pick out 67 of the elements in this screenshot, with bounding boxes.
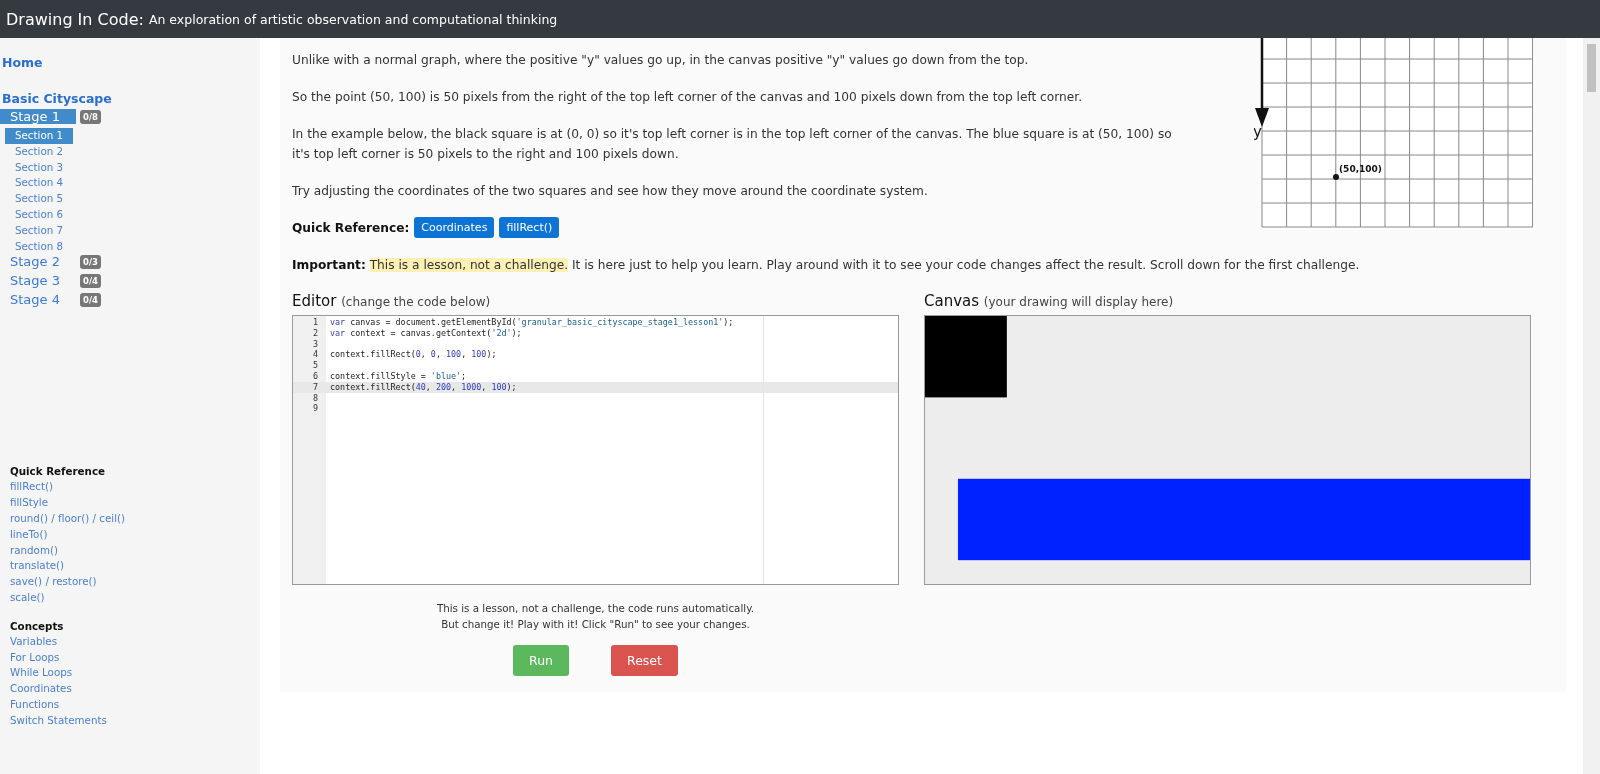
reference-button[interactable]: Coordinates	[414, 217, 495, 238]
reference-link[interactable]: fillRect()	[10, 479, 260, 496]
site-title: Drawing In Code:	[6, 9, 144, 29]
code-line: context.fillRect(40, 200, 1000, 100);	[330, 381, 517, 392]
code-line: context.fillStyle = 'blue';	[330, 371, 467, 381]
line-number: 4	[311, 349, 319, 361]
lesson-paragraph: In the example below, the black square is at (0, 0) so it's top left corner is in the top left corner of the canvas. The blue square is at (50, 100) so it's top left corner is 50 pixels to the right and 100 pixels down.	[292, 126, 1173, 163]
reference-link[interactable]: Variables	[10, 633, 260, 650]
reference-link[interactable]: save() / restore()	[10, 574, 260, 590]
line-number: 3	[311, 338, 319, 350]
site-subtitle: An exploration of artistic observation and computational thinking	[148, 11, 558, 27]
stage-link[interactable]: Stage 3	[0, 273, 76, 289]
lesson-paragraph: So the point (50, 100) is 50 pixels from the right of the top left corner of the canvas and 100 pixels down from the top left corner.	[292, 89, 1084, 106]
section-link[interactable]: Section 2	[5, 143, 73, 160]
line-number: 9	[311, 403, 319, 415]
section-link[interactable]: Section 7	[5, 222, 73, 239]
canvas-heading: Canvas (your drawing will display here)	[924, 292, 1175, 310]
reference-link[interactable]: translate()	[10, 558, 260, 575]
reference-link[interactable]: random()	[10, 542, 260, 559]
line-number: 2	[311, 327, 319, 339]
progress-badge: 0/4	[80, 273, 101, 288]
course-link[interactable]: Basic Cityscape	[2, 91, 260, 106]
code-editor[interactable]	[292, 315, 899, 585]
lesson-paragraph: Unlike with a normal graph, where the positive "y" values go up, in the canvas positive "y" values go down from the top.	[292, 52, 1030, 69]
line-number: 6	[311, 371, 319, 382]
code-line: var canvas = document.getElementById('granular_basic_cityscape_stage1_lesson1');	[330, 317, 734, 327]
line-number: 1	[311, 317, 319, 328]
group-heading: Quick Reference	[10, 464, 106, 480]
stage-link[interactable]: Stage 1	[0, 109, 76, 124]
stage-link[interactable]: Stage 2	[0, 254, 76, 270]
important-note: Important: This is a lesson, not a challenge. It is here just to help you learn. Play around with it to see your code changes affect the result. Scroll down for the first challenge.	[292, 257, 1361, 274]
lesson-paragraph: Try adjusting the coordinates of the two squares and see how they move around the coordinate system.	[292, 183, 929, 200]
reference-link[interactable]: Coordinates	[10, 681, 260, 697]
reference-link[interactable]: Switch Statements	[10, 712, 260, 729]
stage-link[interactable]: Stage 4	[0, 292, 76, 308]
scrollbar-thumb[interactable]	[1587, 44, 1596, 92]
coordinate-grid-drawing: y (50,100)	[1254, 38, 1534, 230]
notice-text: But change it! Play with it! Click "Run" to see your changes.	[441, 617, 750, 632]
reference-link[interactable]: For Loops	[10, 649, 260, 666]
section-link[interactable]: Section 1	[5, 128, 73, 144]
quick-reference-label: Quick Reference:	[292, 220, 410, 235]
reference-link[interactable]: Functions	[10, 696, 260, 713]
line-number: 5	[311, 360, 319, 371]
reference-link[interactable]: While Loops	[10, 665, 260, 682]
progress-badge: 0/8	[80, 109, 101, 124]
reference-link[interactable]: lineTo()	[10, 526, 260, 543]
reset-button[interactable]: Reset	[611, 645, 678, 676]
section-link[interactable]: Section 4	[5, 175, 73, 192]
group-heading: Concepts	[10, 618, 65, 634]
line-number: 7	[293, 381, 326, 393]
code-line: var context = canvas.getContext('2d');	[330, 327, 522, 338]
section-link[interactable]: Section 6	[5, 207, 73, 223]
home-link[interactable]: Home	[2, 55, 260, 70]
section-link[interactable]: Section 3	[5, 159, 73, 176]
notice-text: This is a lesson, not a challenge, the code runs automatically.	[436, 601, 755, 616]
progress-badge: 0/3	[80, 254, 101, 269]
editor-heading: Editor (change the code below)	[292, 292, 492, 310]
progress-badge: 0/4	[80, 292, 101, 307]
section-link[interactable]: Section 5	[5, 191, 73, 207]
reference-link[interactable]: scale()	[10, 589, 260, 606]
run-button[interactable]: Run	[513, 645, 569, 676]
reference-button[interactable]: fillRect()	[499, 217, 560, 238]
reference-link[interactable]: fillStyle	[10, 495, 260, 511]
section-link[interactable]: Section 8	[5, 238, 73, 255]
line-number: 8	[311, 392, 319, 404]
reference-link[interactable]: round() / floor() / ceil()	[10, 510, 260, 527]
code-line: context.fillRect(0, 0, 100, 100);	[330, 349, 497, 360]
